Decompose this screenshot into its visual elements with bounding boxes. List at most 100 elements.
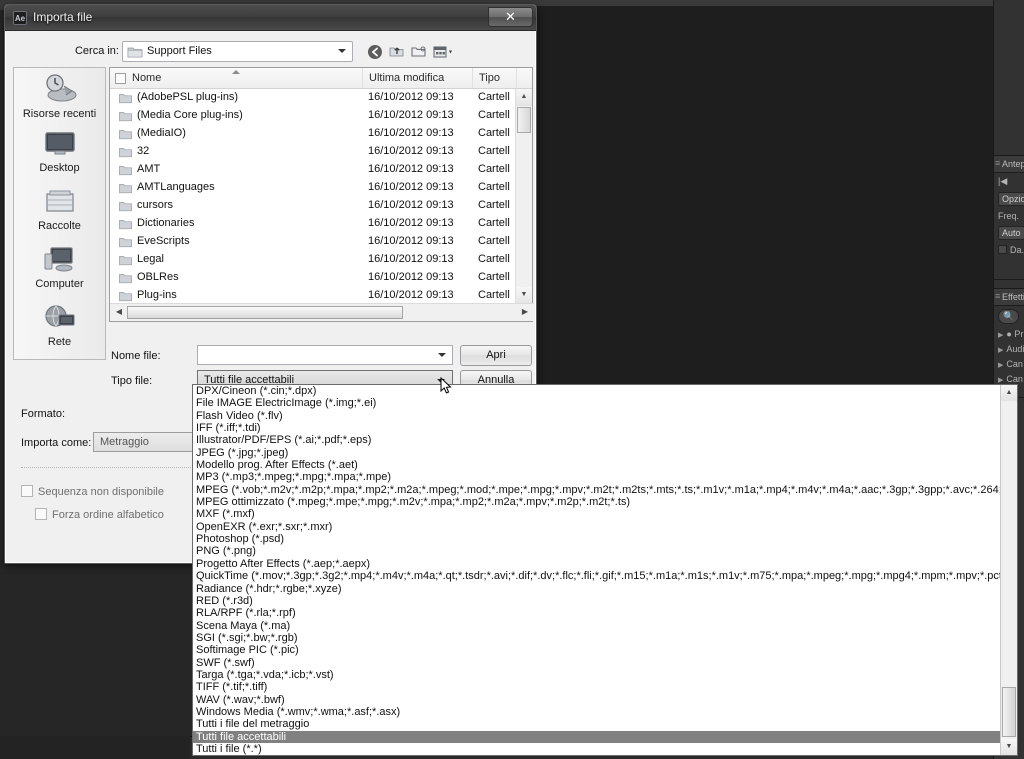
chevron-down-icon[interactable] xyxy=(438,353,446,357)
ae-preview-panel-tab[interactable]: Anteprima xyxy=(994,156,1024,173)
dropdown-option[interactable]: MPEG ottimizzato (*.mpeg;*.mpe;*.mpg;*.m… xyxy=(193,496,1001,508)
table-row[interactable]: cursors 16/10/2012 09:13 Cartell xyxy=(110,197,517,215)
file-list-vertical-scrollbar[interactable]: ▲ ▼ xyxy=(515,89,532,304)
dropdown-option[interactable]: Tutti file accettabili xyxy=(193,730,1001,743)
dropdown-option[interactable]: Illustrator/PDF/EPS (*.ai;*.pdf;*.eps) xyxy=(193,434,1001,446)
ae-effects-panel-tab[interactable]: Effetti e predefiniti xyxy=(994,289,1024,306)
table-row[interactable]: Legal 16/10/2012 09:13 Cartell xyxy=(110,251,517,269)
search-icon[interactable]: 🔍 xyxy=(998,309,1020,324)
dropdown-option[interactable]: QuickTime (*.mov;*.3gp;*.3g2;*.mp4;*.m4v… xyxy=(193,570,1001,582)
dropdown-option[interactable]: OpenEXR (*.exr;*.sxr;*.mxr) xyxy=(193,521,1001,533)
scroll-down-icon[interactable]: ▼ xyxy=(516,287,532,304)
place-recent-places[interactable]: Risorse recenti xyxy=(14,68,105,126)
dropdown-option[interactable]: SWF (*.swf) xyxy=(193,657,1001,669)
table-row[interactable]: AMTLanguages 16/10/2012 09:13 Cartell xyxy=(110,179,517,197)
filetype-dropdown-list[interactable]: DPX/Cineon (*.cin;*.dpx) File IMAGE Elect… xyxy=(192,384,1018,756)
dropdown-option[interactable]: IFF (*.iff;*.tdi) xyxy=(193,422,1001,434)
look-in-combobox[interactable]: Support Files xyxy=(122,41,353,62)
table-row[interactable]: 32 16/10/2012 09:13 Cartell xyxy=(110,143,517,161)
chevron-down-icon[interactable] xyxy=(338,49,346,53)
filename-input[interactable] xyxy=(197,345,453,365)
dropdown-option[interactable]: JPEG (*.jpg;*.jpeg) xyxy=(193,447,1001,459)
dropdown-option[interactable]: DPX/Cineon (*.cin;*.dpx) xyxy=(193,385,1001,397)
views-button[interactable] xyxy=(432,43,460,61)
ae-effects-search-row[interactable]: 🔍 xyxy=(994,306,1024,326)
place-network[interactable]: Rete xyxy=(14,300,105,358)
dropdown-option[interactable]: Scena Maya (*.ma) xyxy=(193,620,1001,632)
file-list[interactable]: Nome Ultima modifica Tipo (AdobePSL plug… xyxy=(109,67,534,322)
dropdown-option[interactable]: Tutti i file del metraggio xyxy=(193,718,1001,730)
disclosure-triangle-icon[interactable]: ▶ xyxy=(998,347,1003,354)
table-row[interactable]: (AdobePSL plug-ins) 16/10/2012 09:13 Carte… xyxy=(110,89,517,107)
disclosure-triangle-icon[interactable]: ▶ xyxy=(998,332,1003,339)
dropdown-option[interactable]: Flash Video (*.flv) xyxy=(193,410,1001,422)
open-button[interactable]: Apri xyxy=(460,345,532,366)
dropdown-option[interactable]: Radiance (*.hdr;*.rgbe;*.xyze) xyxy=(193,583,1001,595)
close-button[interactable]: ✕ xyxy=(488,7,533,27)
table-row[interactable]: (Media Core plug-ins) 16/10/2012 09:13 Car… xyxy=(110,107,517,125)
column-header-name[interactable]: Nome xyxy=(110,68,363,88)
dropdown-option[interactable]: Tutti i file (*.*) xyxy=(193,743,1001,755)
dropdown-option[interactable]: WAV (*.wav;*.bwf) xyxy=(193,694,1001,706)
dropdown-option[interactable]: Softimage PIC (*.pic) xyxy=(193,644,1001,656)
dropdown-option[interactable]: RED (*.r3d) xyxy=(193,595,1001,607)
dropdown-option[interactable]: PNG (*.png) xyxy=(193,545,1001,557)
ae-preview-options-button[interactable]: Opzioni xyxy=(994,189,1024,208)
dropdown-option[interactable]: Progetto After Effects (*.aep;*.aepx) xyxy=(193,558,1001,570)
disclosure-triangle-icon[interactable]: ▶ xyxy=(998,362,1003,369)
up-one-level-button[interactable] xyxy=(388,43,408,61)
place-computer[interactable]: Computer xyxy=(14,242,105,300)
dropdown-option[interactable]: MP3 (*.mp3;*.mpeg;*.mpg;*.mpa;*.mpe) xyxy=(193,471,1001,483)
ae-preview-checkbox-icon[interactable] xyxy=(998,245,1007,254)
folder-icon xyxy=(119,236,132,251)
dropdown-option[interactable]: TIFF (*.tif;*.tiff) xyxy=(193,681,1001,693)
back-button[interactable] xyxy=(366,43,386,61)
scroll-down-icon[interactable]: ▼ xyxy=(1001,739,1017,755)
table-row[interactable]: EveScripts 16/10/2012 09:13 Cartell xyxy=(110,233,517,251)
dialog-titlebar[interactable]: Ae Importa file ✕ xyxy=(5,5,536,31)
ae-preview-checkbox-row[interactable]: Da... xyxy=(994,242,1024,257)
file-type: Cartell xyxy=(478,181,510,193)
dropdown-option[interactable]: Modello prog. After Effects (*.aet) xyxy=(193,459,1001,471)
dropdown-scrollbar[interactable]: ▲ ▼ xyxy=(1000,385,1017,755)
scroll-left-icon[interactable]: ◀ xyxy=(112,306,126,319)
select-all-checkbox[interactable] xyxy=(115,73,126,84)
ae-effects-item-presets[interactable]: ▶ ● Pr xyxy=(994,326,1024,341)
table-row[interactable]: AMT 16/10/2012 09:13 Cartell xyxy=(110,161,517,179)
alphabetical-checkbox-row[interactable]: Forza ordine alfabetico xyxy=(35,508,164,521)
dropdown-option[interactable]: Windows Media (*.wmv;*.wma;*.asf;*.asx) xyxy=(193,706,1001,718)
scroll-up-icon[interactable]: ▲ xyxy=(1001,385,1017,401)
ae-preview-transport[interactable]: |◀ xyxy=(994,173,1024,189)
scrollbar-thumb[interactable] xyxy=(1002,687,1016,737)
scrollbar-thumb-horizontal[interactable] xyxy=(127,306,403,319)
new-folder-button[interactable] xyxy=(410,43,430,61)
dropdown-option[interactable]: RLA/RPF (*.rla;*.rpf) xyxy=(193,607,1001,619)
ae-effects-item-channels[interactable]: ▶ Can xyxy=(994,356,1024,371)
place-libraries[interactable]: Raccolte xyxy=(14,184,105,242)
dropdown-option[interactable]: File IMAGE ElectricImage (*.img;*.ei) xyxy=(193,397,1001,409)
column-header-type[interactable]: Tipo xyxy=(473,68,517,88)
ae-effects-item-audio[interactable]: ▶Audio xyxy=(994,341,1024,356)
dropdown-option[interactable]: MPEG (*.vob;*.m2v;*.m2p;*.mpa;*.mp2;*.m2… xyxy=(193,484,1001,496)
after-effects-icon: Ae xyxy=(13,11,27,25)
table-row[interactable]: Plug-ins 16/10/2012 09:13 Cartell xyxy=(110,287,517,304)
sequence-checkbox-row[interactable]: Sequenza non disponibile xyxy=(21,485,164,498)
table-row[interactable]: (MediaIO) 16/10/2012 09:13 Cartell xyxy=(110,125,517,143)
dropdown-option[interactable]: Targa (*.tga;*.vda;*.icb;*.vst) xyxy=(193,669,1001,681)
dropdown-option[interactable]: Photoshop (*.psd) xyxy=(193,533,1001,545)
table-row[interactable]: Dictionaries 16/10/2012 09:13 Cartell xyxy=(110,215,517,233)
disclosure-triangle-icon[interactable]: ▶ xyxy=(998,377,1003,384)
scrollbar-thumb[interactable] xyxy=(517,107,531,133)
table-row[interactable]: OBLRes 16/10/2012 09:13 Cartell xyxy=(110,269,517,287)
ae-preview-auto-field[interactable]: Auto xyxy=(994,223,1024,242)
column-header-modified[interactable]: Ultima modifica xyxy=(363,68,473,88)
alphabetical-checkbox[interactable] xyxy=(35,508,47,520)
dropdown-option[interactable]: MXF (*.mxf) xyxy=(193,508,1001,520)
file-list-horizontal-scrollbar[interactable]: ◀ ▶ xyxy=(110,303,534,321)
place-desktop[interactable]: Desktop xyxy=(14,126,105,184)
sequence-checkbox[interactable] xyxy=(21,485,33,497)
dropdown-option[interactable]: SGI (*.sgi;*.bw;*.rgb) xyxy=(193,632,1001,644)
chevron-down-icon[interactable] xyxy=(437,379,445,383)
scroll-right-icon[interactable]: ▶ xyxy=(518,306,532,319)
scroll-up-icon[interactable]: ▲ xyxy=(516,89,532,106)
